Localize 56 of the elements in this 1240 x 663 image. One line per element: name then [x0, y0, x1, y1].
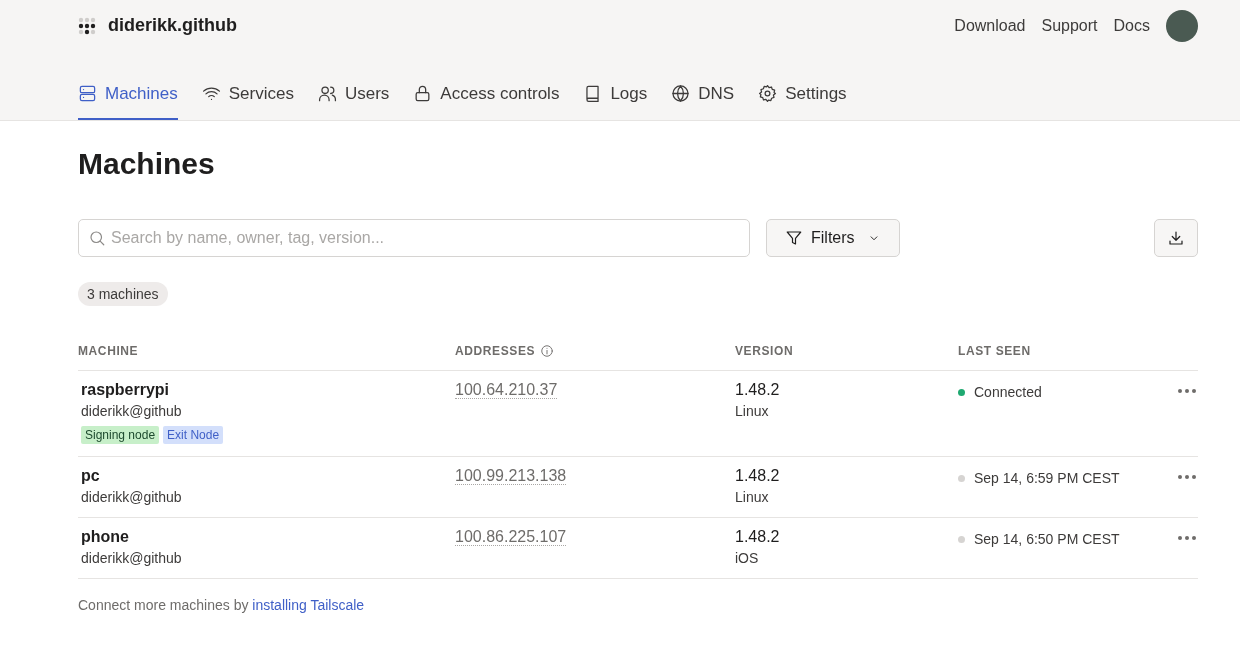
more-icon [1177, 388, 1197, 394]
more-icon [1177, 535, 1197, 541]
operating-system: Linux [735, 403, 770, 419]
machine-owner: diderikk@github [81, 550, 183, 566]
header-link[interactable]: Support [1041, 16, 1098, 35]
wifi-icon [201, 84, 221, 103]
page-title: Machines [78, 147, 216, 181]
machine-owner: diderikk@github [81, 489, 183, 505]
filters-button[interactable]: Filters [766, 219, 900, 257]
avatar[interactable] [1166, 9, 1198, 42]
machine-count-badge: 3 machines [78, 282, 168, 306]
footer-text: Connect more machines by installing Tailscale [78, 597, 366, 613]
last-seen: Sep 14, 6:59 PM CEST [974, 470, 1120, 486]
more-icon [1177, 474, 1197, 480]
last-seen: Connected [974, 384, 1042, 400]
header-link[interactable]: Docs [1113, 16, 1150, 35]
search-field[interactable]: Search by name, owner, tag, version... [78, 219, 750, 257]
settings-icon [758, 84, 778, 103]
install-link[interactable]: installing Tailscale [252, 597, 365, 613]
nav-tab[interactable]: Users [317, 67, 390, 120]
nav-tab[interactable]: DNS [671, 67, 735, 120]
server-icon [78, 84, 97, 103]
users-icon [317, 84, 337, 103]
machine-tag: Exit Node [163, 426, 224, 444]
download-button[interactable] [1154, 219, 1198, 257]
machine-owner: diderikk@github [81, 403, 183, 419]
globe-icon [671, 84, 691, 103]
version-number: 1.48.2 [735, 528, 781, 546]
ip-address[interactable]: 100.99.213.138 [455, 467, 567, 485]
column-header: LAST SEEN [958, 344, 1031, 358]
column-header: VERSION [735, 344, 794, 358]
machine-name[interactable]: pc [81, 467, 455, 485]
nav-tab[interactable]: Logs [583, 67, 648, 120]
header-link[interactable]: Download [954, 16, 1026, 35]
operating-system: Linux [735, 489, 770, 505]
nav-tab[interactable]: Machines [78, 67, 178, 120]
column-header: MACHINE [78, 344, 139, 358]
machine-tag: Signing node [81, 426, 160, 444]
info-icon [540, 344, 555, 358]
machine-name[interactable]: phone [81, 528, 455, 546]
last-seen: Sep 14, 6:50 PM CEST [974, 531, 1120, 547]
organization-name: diderikk.github [108, 15, 237, 37]
download-icon [1167, 229, 1185, 247]
nav-tab[interactable]: Settings [758, 67, 847, 120]
version-number: 1.48.2 [735, 467, 781, 485]
version-number: 1.48.2 [735, 381, 781, 399]
column-header: ADDRESSES [455, 344, 536, 358]
nav-tab[interactable]: Services [201, 67, 294, 120]
operating-system: iOS [735, 550, 760, 566]
nav-tab[interactable]: Access controls [413, 67, 560, 120]
logo-icon [78, 16, 96, 35]
search-icon [88, 229, 106, 247]
machine-name[interactable]: raspberrypi [81, 381, 455, 399]
ip-address[interactable]: 100.64.210.37 [455, 381, 558, 399]
ip-address[interactable]: 100.86.225.107 [455, 528, 567, 546]
filter-icon [785, 229, 803, 247]
